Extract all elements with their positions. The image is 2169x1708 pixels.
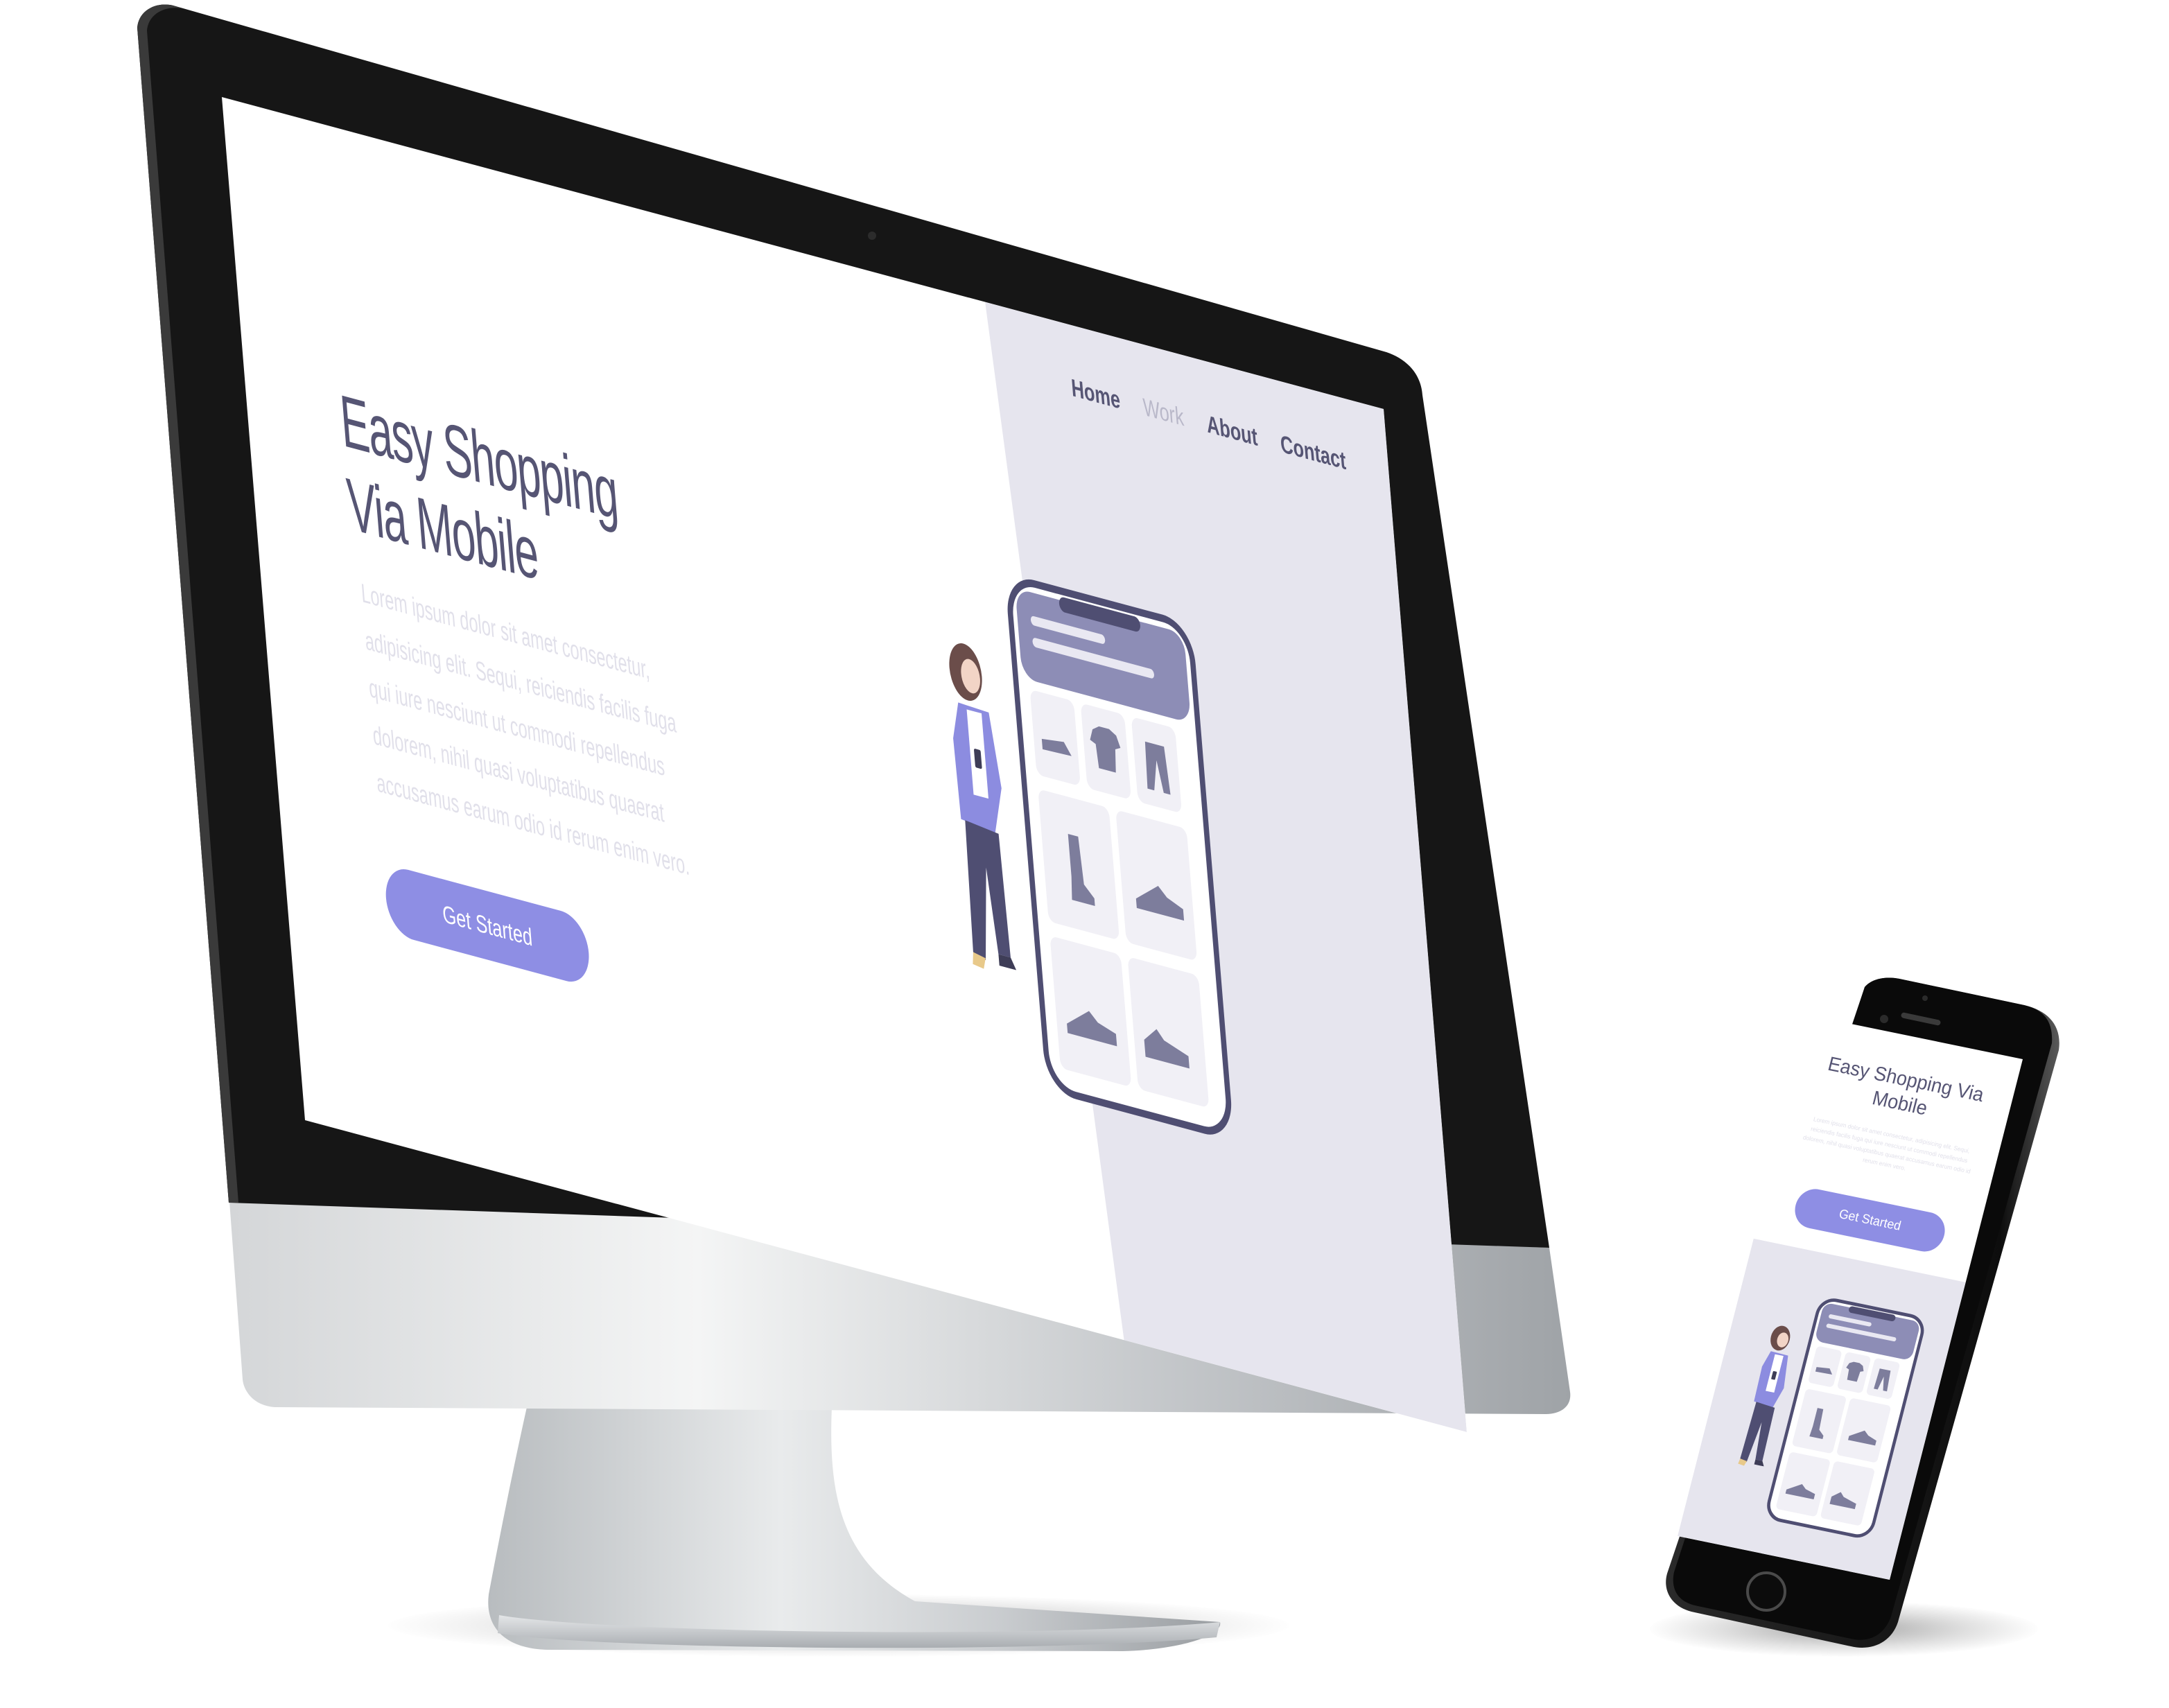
mobile-get-started-button[interactable]: Get Started bbox=[1791, 1185, 1949, 1255]
home-button[interactable] bbox=[1746, 1571, 1786, 1612]
